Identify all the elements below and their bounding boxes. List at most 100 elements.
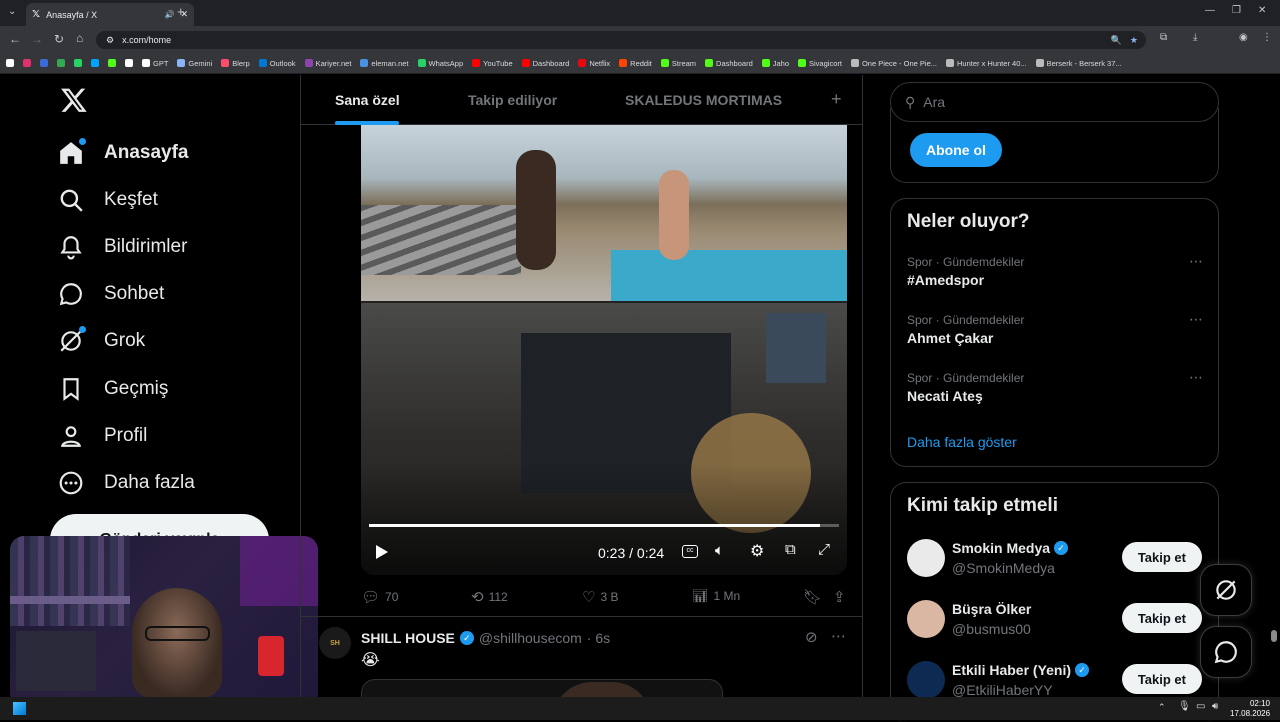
minimize-icon[interactable]: — [1205, 5, 1215, 16]
follow-button[interactable]: Takip et [1121, 542, 1202, 572]
reload-icon[interactable]: ↻ [54, 32, 64, 46]
nav-item-2[interactable]: Keşfet [58, 187, 158, 213]
author-handle[interactable]: @shillhousecom [479, 630, 582, 646]
start-icon[interactable] [13, 702, 26, 715]
author-name[interactable]: SHILL HOUSE [361, 630, 455, 646]
avatar[interactable] [907, 661, 945, 699]
bookmark-item[interactable]: Dashboard [521, 59, 569, 68]
clock[interactable]: 02:10 17.08.2026 [1230, 699, 1270, 719]
bookmark-item[interactable] [91, 59, 99, 67]
follow-button[interactable]: Takip et [1121, 664, 1202, 694]
bookmark-post-icon[interactable]: 🔖︎ [803, 588, 822, 606]
profile-icon[interactable]: ◉ [1239, 32, 1248, 43]
nav-item-6[interactable]: Geçmiş [58, 376, 168, 402]
volume-icon[interactable]: 🔈︎ [715, 542, 724, 559]
tray-chevron-icon[interactable]: ⌃ [1158, 702, 1166, 713]
bookmark-item[interactable]: YouTube [472, 59, 513, 68]
maximize-icon[interactable]: ❐ [1232, 5, 1241, 16]
bookmark-item[interactable] [40, 59, 48, 67]
bookmark-item[interactable]: Gemini [177, 59, 212, 68]
browser-menu-icon[interactable]: ⋮ [1262, 32, 1272, 43]
views-button[interactable]: 📊︎ 1 Mn [692, 588, 740, 604]
bookmark-item[interactable]: eleman.net [360, 59, 409, 68]
mic-icon[interactable]: 🎙︎ [1178, 701, 1191, 712]
add-tab-icon[interactable]: + [831, 89, 842, 110]
address-bar[interactable]: ⚙ x.com/home 🔍 ★ [96, 31, 1146, 49]
video-progress-track[interactable] [369, 524, 839, 527]
bookmark-item[interactable]: Sivagicort [798, 59, 842, 68]
bookmark-item[interactable] [6, 59, 14, 67]
bookmark-item[interactable]: Berserk - Berserk 37... [1035, 59, 1122, 68]
nav-item-4[interactable]: Sohbet [58, 281, 164, 307]
play-icon[interactable] [375, 544, 389, 565]
tab-following[interactable]: Takip ediliyor [468, 92, 557, 108]
follow-button[interactable]: Takip et [1121, 603, 1202, 633]
grok-post-icon[interactable]: ⊘ [805, 628, 818, 646]
fullscreen-icon[interactable]: ⤢ [818, 541, 830, 558]
pip-icon[interactable]: ⧉ [785, 541, 796, 558]
trend-item[interactable]: Spor · Gündemdekiler Ahmet Çakar ⋯ [907, 311, 1203, 346]
tab-list[interactable]: SKALEDUS MORTIMAS [625, 92, 782, 108]
bookmark-item[interactable]: GPT [142, 59, 168, 68]
extensions-icon[interactable]: ⧉ [1160, 32, 1167, 43]
bookmark-item[interactable]: Kariyer.net [304, 59, 351, 68]
settings-icon[interactable]: ⚙ [750, 541, 764, 561]
follow-suggestion[interactable]: Smokin Medya ✓ @SmokinMedya Takip et [891, 537, 1218, 593]
bookmark-item[interactable]: Netflix [578, 59, 610, 68]
download-icon[interactable]: ⤓ [1193, 32, 1197, 43]
grok-fab-icon[interactable] [1200, 564, 1252, 616]
bookmark-item[interactable]: Stream [660, 59, 696, 68]
x-logo-icon[interactable] [60, 86, 88, 119]
trend-more-icon[interactable]: ⋯ [1189, 253, 1203, 270]
avatar[interactable] [907, 600, 945, 638]
nav-item-1[interactable]: Anasayfa [58, 138, 189, 166]
scrollbar-thumb[interactable] [1271, 630, 1277, 642]
share-icon[interactable]: ⇪ [833, 588, 846, 606]
bookmark-item[interactable]: Outlook [258, 59, 296, 68]
avatar[interactable] [907, 539, 945, 577]
forward-icon[interactable]: → [31, 32, 43, 46]
tab-for-you[interactable]: Sana özel [335, 92, 400, 108]
subscribe-button[interactable]: Abone ol [910, 133, 1002, 167]
bookmark-item[interactable]: Reddit [619, 59, 652, 68]
bookmark-item[interactable]: One Piece - One Pie... [850, 59, 937, 68]
reply-button[interactable]: 💬︎ 70 [361, 588, 398, 606]
follow-suggestion[interactable]: Büşra Ölker @busmus00 Takip et [891, 598, 1218, 654]
bookmark-item[interactable] [108, 59, 116, 67]
network-icon[interactable]: ▭ [1196, 701, 1205, 712]
messages-fab-icon[interactable] [1200, 626, 1252, 678]
bookmark-item[interactable]: Jaho [761, 59, 789, 68]
bookmark-item[interactable] [57, 59, 65, 67]
show-more-link[interactable]: Daha fazla göster [907, 434, 1017, 450]
trend-more-icon[interactable]: ⋯ [1189, 311, 1203, 328]
bookmark-item[interactable]: Hunter x Hunter 40... [946, 59, 1027, 68]
avatar[interactable]: SH [319, 627, 351, 659]
nav-item-8[interactable]: Daha fazla [58, 470, 195, 496]
site-info-icon[interactable]: ⚙ [106, 35, 114, 46]
home-button-icon[interactable]: ⌂ [76, 31, 83, 45]
bookmark-star-icon[interactable]: ★ [1130, 35, 1138, 46]
nav-item-3[interactable]: Bildirimler [58, 234, 187, 260]
repost-button[interactable]: ⟲ 112 [471, 588, 508, 606]
bookmark-item[interactable] [74, 59, 82, 67]
trend-more-icon[interactable]: ⋯ [1189, 369, 1203, 386]
like-button[interactable]: ♡ 3 B [582, 588, 618, 606]
video-player[interactable]: 0:23 / 0:24 cc 🔈︎ ⚙ ⧉ ⤢ [361, 125, 847, 575]
post-more-icon[interactable]: ⋯ [831, 627, 846, 645]
trend-item[interactable]: Spor · Gündemdekiler #Amedspor ⋯ [907, 253, 1203, 288]
nav-item-5[interactable]: Grok [58, 326, 145, 354]
back-icon[interactable]: ← [9, 32, 21, 46]
bookmark-item[interactable]: Blerp [221, 59, 250, 68]
nav-item-7[interactable]: Profil [58, 423, 147, 449]
trend-item[interactable]: Spor · Gündemdekiler Necati Ateş ⋯ [907, 369, 1203, 404]
bookmark-item[interactable] [125, 59, 133, 67]
bookmark-item[interactable] [23, 59, 31, 67]
bookmark-item[interactable]: WhatsApp [417, 59, 463, 68]
captions-icon[interactable]: cc [682, 545, 698, 558]
new-tab-icon[interactable]: + [177, 4, 185, 19]
zoom-icon[interactable]: 🔍 [1111, 35, 1122, 46]
window-close-icon[interactable]: ✕ [1258, 5, 1266, 16]
speaker-icon[interactable]: 🔊 [164, 10, 174, 19]
tray-volume-icon[interactable]: 🔊︎ [1212, 701, 1218, 712]
bookmark-item[interactable]: Dashboard [705, 59, 753, 68]
